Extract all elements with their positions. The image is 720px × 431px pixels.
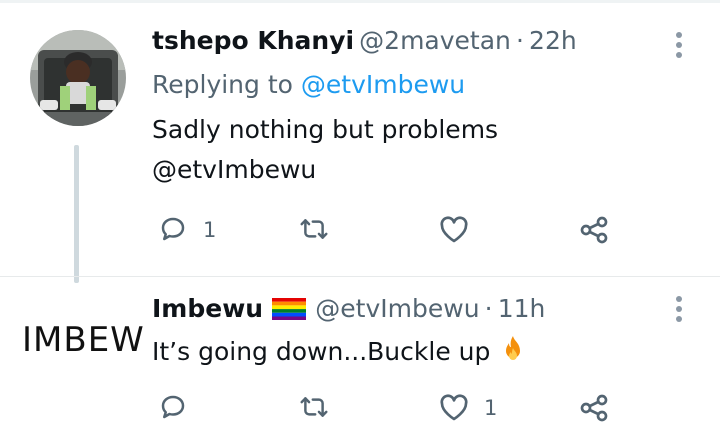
reply-count: 1 (203, 218, 217, 242)
replying-to: Replying to @etvImbewu (152, 70, 465, 99)
user-handle[interactable]: @etvImbewu (315, 294, 479, 323)
tweet-text: It’s going down...Buckle up (152, 332, 528, 376)
retweet-icon[interactable] (298, 392, 330, 422)
like-count: 1 (484, 396, 498, 420)
thread-connector-line (74, 145, 79, 283)
display-name[interactable]: tshepo Khanyi (152, 26, 354, 55)
more-options-icon[interactable] (676, 296, 684, 326)
like-icon[interactable] (438, 392, 470, 422)
imbewu-logo[interactable]: IMBEW (22, 320, 145, 360)
tweet-divider (0, 276, 720, 277)
meta-separator: · (516, 26, 524, 55)
share-icon[interactable] (578, 392, 610, 424)
reply-icon[interactable] (158, 214, 188, 244)
tweet-header: Imbewu @etvImbewu · 11h (152, 294, 545, 324)
tweet-text-line: Sadly nothing but problems (152, 115, 499, 144)
fire-emoji-icon (498, 334, 528, 376)
top-divider (0, 0, 720, 3)
avatar[interactable] (30, 30, 126, 126)
timestamp[interactable]: 11h (498, 294, 546, 323)
tweet-text-line: @etvImbewu (152, 155, 317, 184)
display-name[interactable]: Imbewu (152, 294, 263, 323)
meta-separator: · (484, 294, 493, 323)
like-icon[interactable] (438, 214, 470, 244)
user-handle[interactable]: @2mavetan (359, 26, 511, 55)
logo-text: IMBEW (22, 320, 145, 360)
replying-to-handle[interactable]: @etvImbewu (301, 70, 465, 99)
tweet-header: tshepo Khanyi @2mavetan · 22h (152, 26, 577, 55)
replying-to-label: Replying to (152, 70, 293, 99)
rainbow-flag-icon (272, 298, 307, 324)
tweet-text: Sadly nothing but problems @etvImbewu (152, 110, 498, 190)
tweet-text-content: It’s going down...Buckle up (152, 337, 491, 366)
reply-icon[interactable] (158, 392, 188, 422)
share-icon[interactable] (578, 214, 610, 246)
more-options-icon[interactable] (676, 32, 684, 62)
retweet-icon[interactable] (298, 214, 330, 244)
timestamp[interactable]: 22h (529, 26, 577, 55)
